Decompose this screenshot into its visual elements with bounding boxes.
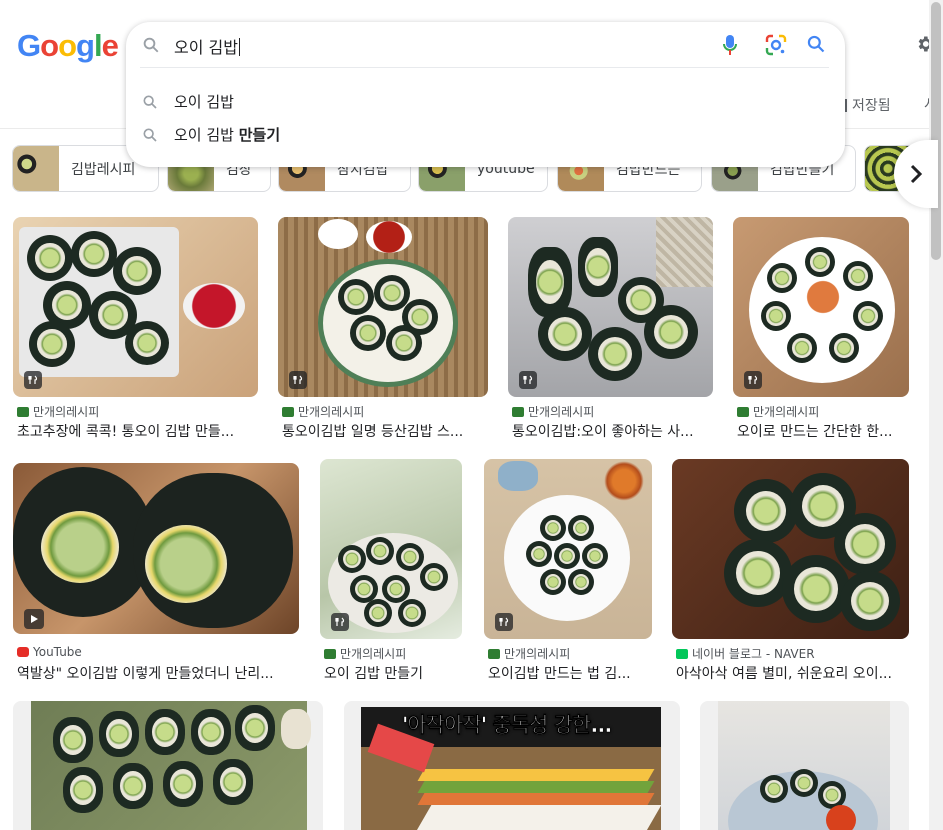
- chip-thumbnail: [13, 146, 59, 191]
- result-image: [672, 459, 909, 639]
- result-source: YouTube: [17, 645, 82, 659]
- result-source: 만개의레시피: [737, 403, 819, 420]
- image-result[interactable]: 만개의레시피 초고추장에 콕콕! 통오이 김밥 만들...: [13, 217, 258, 442]
- result-title[interactable]: 초고추장에 콕콕! 통오이 김밥 만들...: [17, 421, 255, 441]
- google-logo[interactable]: Google: [17, 28, 119, 64]
- video-result[interactable]: '아작아작' 중독성 강한...: [344, 701, 680, 830]
- youtube-favicon: [17, 647, 29, 657]
- search-submit-icon[interactable]: [806, 34, 826, 54]
- suggestion-item[interactable]: 오이 김밥: [126, 85, 845, 118]
- result-source: 만개의레시피: [512, 403, 594, 420]
- text-caret: [238, 38, 240, 56]
- recipe-icon: [289, 371, 307, 389]
- image-result[interactable]: 만개의레시피 통오이김밥 일명 등산김밥 스...: [278, 217, 488, 442]
- result-source: 만개의레시피: [282, 403, 364, 420]
- source-favicon: [17, 406, 29, 417]
- google-lens-icon[interactable]: [765, 34, 787, 56]
- image-result[interactable]: 네이버 블로그 - NAVER 아삭아삭 여름 별미, 쉬운요리 오이...: [672, 459, 909, 685]
- result-image: [13, 701, 323, 830]
- result-image: '아작아작' 중독성 강한...: [344, 701, 680, 830]
- source-favicon: [737, 406, 749, 417]
- saved-link[interactable]: 저장됨: [838, 95, 891, 115]
- result-source: 만개의레시피: [324, 645, 406, 662]
- result-source: 만개의레시피: [488, 645, 570, 662]
- search-input[interactable]: 오이 김밥: [174, 34, 240, 58]
- microphone-icon[interactable]: [723, 34, 737, 56]
- image-result[interactable]: 만개의레시피 오이로 만드는 간단한 한...: [733, 217, 909, 442]
- scrollbar-thumb[interactable]: [931, 2, 941, 260]
- result-image: [733, 217, 909, 397]
- result-image: [700, 701, 909, 830]
- chevron-right-icon: [910, 164, 923, 184]
- result-title[interactable]: 오이김밥 만드는 법 김...: [488, 663, 652, 683]
- search-input-row[interactable]: 오이 김밥: [126, 22, 845, 68]
- result-image: [320, 459, 462, 639]
- result-image: [13, 217, 258, 397]
- search-icon: [143, 95, 157, 109]
- result-title[interactable]: 통오이김밥:오이 좋아하는 사...: [512, 421, 712, 441]
- result-source: 만개의레시피: [17, 403, 99, 420]
- saved-label: 저장됨: [852, 98, 891, 114]
- image-result[interactable]: [700, 701, 909, 830]
- search-query-text: 오이 김밥: [174, 38, 238, 57]
- result-title[interactable]: 오이 김밥 만들기: [324, 663, 464, 683]
- result-source: 네이버 블로그 - NAVER: [676, 645, 815, 662]
- search-icon: [143, 128, 157, 142]
- suggestion-text: 오이 김밥 만들기: [174, 126, 281, 144]
- search-icon: [143, 37, 159, 53]
- image-result[interactable]: 만개의레시피 오이 김밥 만들기: [320, 459, 462, 685]
- recipe-icon: [331, 613, 349, 631]
- recipe-icon: [495, 613, 513, 631]
- source-favicon: [512, 406, 524, 417]
- recipe-icon: [744, 371, 762, 389]
- search-box[interactable]: 오이 김밥 오이 김밥 오이 김밥 만들기: [126, 22, 845, 167]
- result-title[interactable]: 오이로 만드는 간단한 한...: [737, 421, 909, 441]
- result-image: [278, 217, 488, 397]
- source-favicon: [282, 406, 294, 417]
- image-result[interactable]: YouTube 역발상" 오이김밥 이렇게 만들었더니 난리...: [13, 463, 299, 685]
- play-icon: [24, 609, 44, 629]
- result-title[interactable]: 아삭아삭 여름 별미, 쉬운요리 오이...: [676, 663, 909, 683]
- result-title[interactable]: 역발상" 오이김밥 이렇게 만들었더니 난리...: [17, 663, 299, 683]
- source-favicon: [324, 648, 336, 659]
- result-image: [484, 459, 652, 639]
- suggestion-item[interactable]: 오이 김밥 만들기: [126, 118, 845, 151]
- image-result[interactable]: [13, 701, 323, 830]
- recipe-icon: [519, 371, 537, 389]
- source-favicon: [488, 648, 500, 659]
- recipe-icon: [24, 371, 42, 389]
- result-image: [508, 217, 713, 397]
- image-result[interactable]: 만개의레시피 통오이김밥:오이 좋아하는 사...: [508, 217, 713, 442]
- search-divider: [140, 67, 829, 68]
- image-result[interactable]: 만개의레시피 오이김밥 만드는 법 김...: [484, 459, 652, 685]
- video-overlay-text: '아작아작' 중독성 강한...: [402, 713, 613, 738]
- naver-favicon: [676, 648, 688, 659]
- result-image: [13, 463, 299, 634]
- result-title[interactable]: 통오이김밥 일명 등산김밥 스...: [282, 421, 487, 441]
- suggestion-text: 오이 김밥: [174, 93, 234, 111]
